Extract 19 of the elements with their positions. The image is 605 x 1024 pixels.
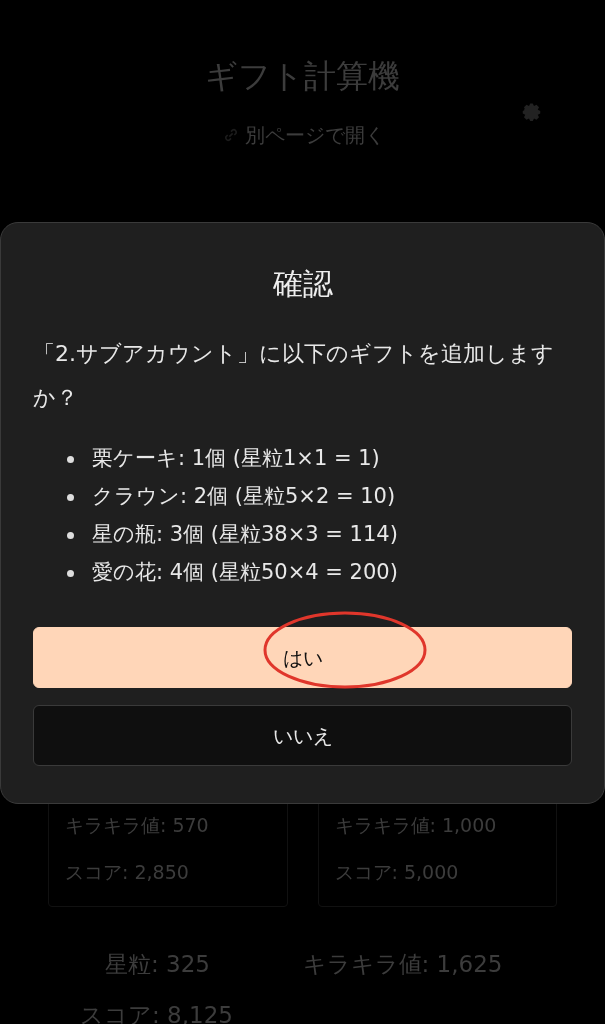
bullet-icon <box>67 455 74 463</box>
dialog-message: 「2.サブアカウント」に以下のギフトを追加しますか？ <box>33 340 555 412</box>
cancel-button[interactable]: いいえ <box>33 705 572 766</box>
app-title: ギフト計算機 <box>205 56 400 97</box>
total-sparkle: キラキラ値: 1,625 <box>302 950 504 979</box>
gift-item: 愛の花: 4個 (星粒50×4 = 200) <box>92 559 398 587</box>
score-value: スコア: 2,850 <box>65 859 190 885</box>
gift-item: 栗ケーキ: 1個 (星粒1×1 = 1) <box>92 445 380 473</box>
score-value: スコア: 5,000 <box>334 859 460 885</box>
confirm-button[interactable]: はい <box>33 627 572 688</box>
gift-item: クラウン: 2個 (星粒5×2 = 10) <box>92 483 396 511</box>
sparkle-value: キラキラ値: 570 <box>65 813 210 838</box>
total-stardust: 星粒: 325 <box>104 950 211 979</box>
bullet-icon <box>67 493 74 501</box>
sparkle-value: キラキラ値: 1,000 <box>334 813 498 838</box>
bullet-icon <box>67 531 74 539</box>
bullet-icon <box>67 569 74 577</box>
gift-item: 星の瓶: 3個 (星粒38×3 = 114) <box>92 521 398 549</box>
dialog-title: 確認 <box>271 265 334 303</box>
